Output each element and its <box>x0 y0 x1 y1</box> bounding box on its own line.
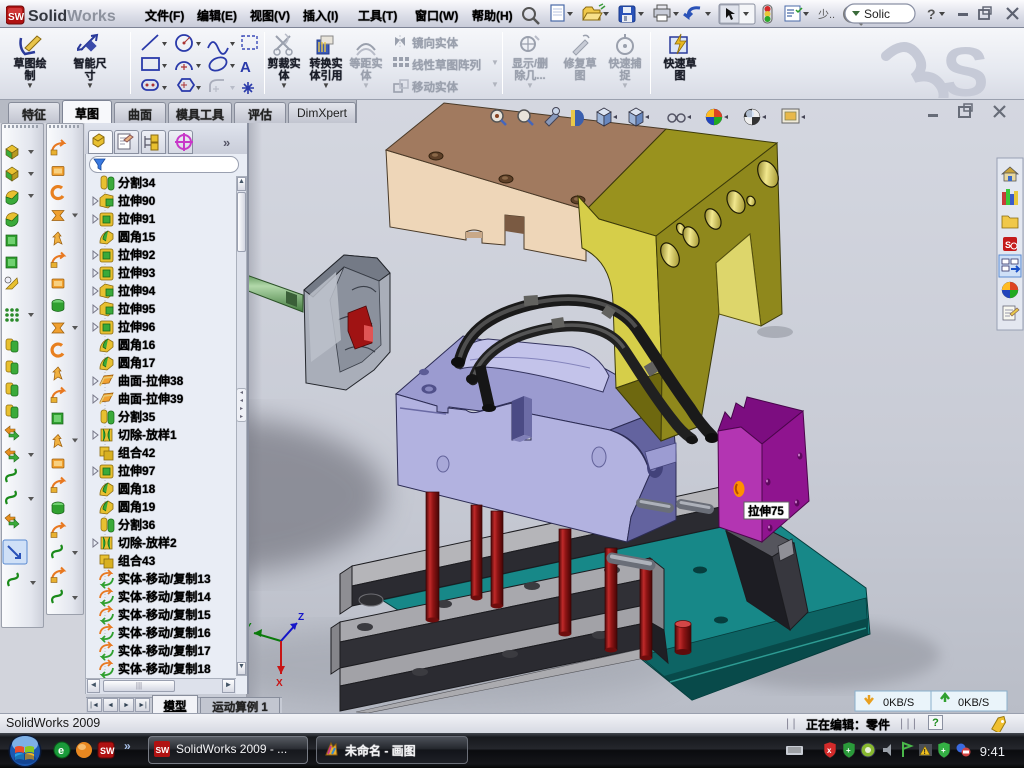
svg-text:Z: Z <box>298 612 304 623</box>
svg-text:圆角18: 圆角18 <box>118 481 156 496</box>
svg-text:切除-放样1: 切除-放样1 <box>118 427 177 442</box>
svg-text:实体-移动/复制15: 实体-移动/复制15 <box>118 607 211 622</box>
svg-text:0KB/S: 0KB/S <box>883 697 914 709</box>
svg-text:实体-移动/复制13: 实体-移动/复制13 <box>118 571 211 586</box>
svg-text:S: S <box>1005 240 1011 250</box>
svg-text:分割35: 分割35 <box>118 409 156 424</box>
svg-text:9:41: 9:41 <box>980 744 1005 759</box>
svg-text:拉伸97: 拉伸97 <box>118 463 156 478</box>
svg-text:+: + <box>846 746 851 755</box>
svg-text:拉伸96: 拉伸96 <box>118 319 156 334</box>
svg-text:少..: 少.. <box>818 8 835 21</box>
svg-text:»: » <box>124 739 131 753</box>
svg-text:x: x <box>827 746 832 755</box>
svg-text:!: ! <box>924 749 926 756</box>
svg-text:SW: SW <box>100 746 115 756</box>
svg-text:组合43: 组合43 <box>118 553 156 568</box>
svg-text:组合42: 组合42 <box>118 445 156 460</box>
svg-text:实体-移动/复制18: 实体-移动/复制18 <box>118 661 211 676</box>
svg-text:SolidWorks: SolidWorks <box>28 8 116 25</box>
svg-text:e: e <box>58 745 64 757</box>
svg-text:+: + <box>941 746 946 755</box>
svg-text:分割34: 分割34 <box>118 175 156 190</box>
svg-text:X: X <box>276 678 283 689</box>
svg-text:分割36: 分割36 <box>118 517 156 532</box>
svg-text:Solic: Solic <box>864 7 890 21</box>
svg-text:A: A <box>240 59 251 76</box>
svg-text:?: ? <box>927 6 936 22</box>
svg-text:实体-移动/复制16: 实体-移动/复制16 <box>118 625 211 640</box>
svg-text:曲面-拉伸38: 曲面-拉伸38 <box>118 373 184 388</box>
svg-text:拉伸94: 拉伸94 <box>118 283 156 298</box>
svg-text:拉伸91: 拉伸91 <box>118 211 156 226</box>
svg-text:圆角17: 圆角17 <box>118 355 156 370</box>
svg-text:拉伸95: 拉伸95 <box>118 301 156 316</box>
svg-text:SW: SW <box>156 745 171 755</box>
svg-text:实体-移动/复制17: 实体-移动/复制17 <box>118 643 211 658</box>
svg-text:拉伸75: 拉伸75 <box>748 504 784 518</box>
svg-text:曲面-拉伸39: 曲面-拉伸39 <box>118 391 184 406</box>
svg-text:圆角15: 圆角15 <box>118 229 156 244</box>
svg-text:S: S <box>942 33 989 98</box>
svg-text:0KB/S: 0KB/S <box>958 697 989 709</box>
svg-text:圆角16: 圆角16 <box>118 337 156 352</box>
svg-text:SW: SW <box>8 12 25 23</box>
svg-text:拉伸92: 拉伸92 <box>118 247 156 262</box>
svg-text:圆角19: 圆角19 <box>118 499 156 514</box>
svg-text:拉伸93: 拉伸93 <box>118 265 156 280</box>
svg-text:实体-移动/复制14: 实体-移动/复制14 <box>118 589 211 604</box>
svg-text:切除-放样2: 切除-放样2 <box>118 535 177 550</box>
svg-text:拉伸90: 拉伸90 <box>118 193 156 208</box>
